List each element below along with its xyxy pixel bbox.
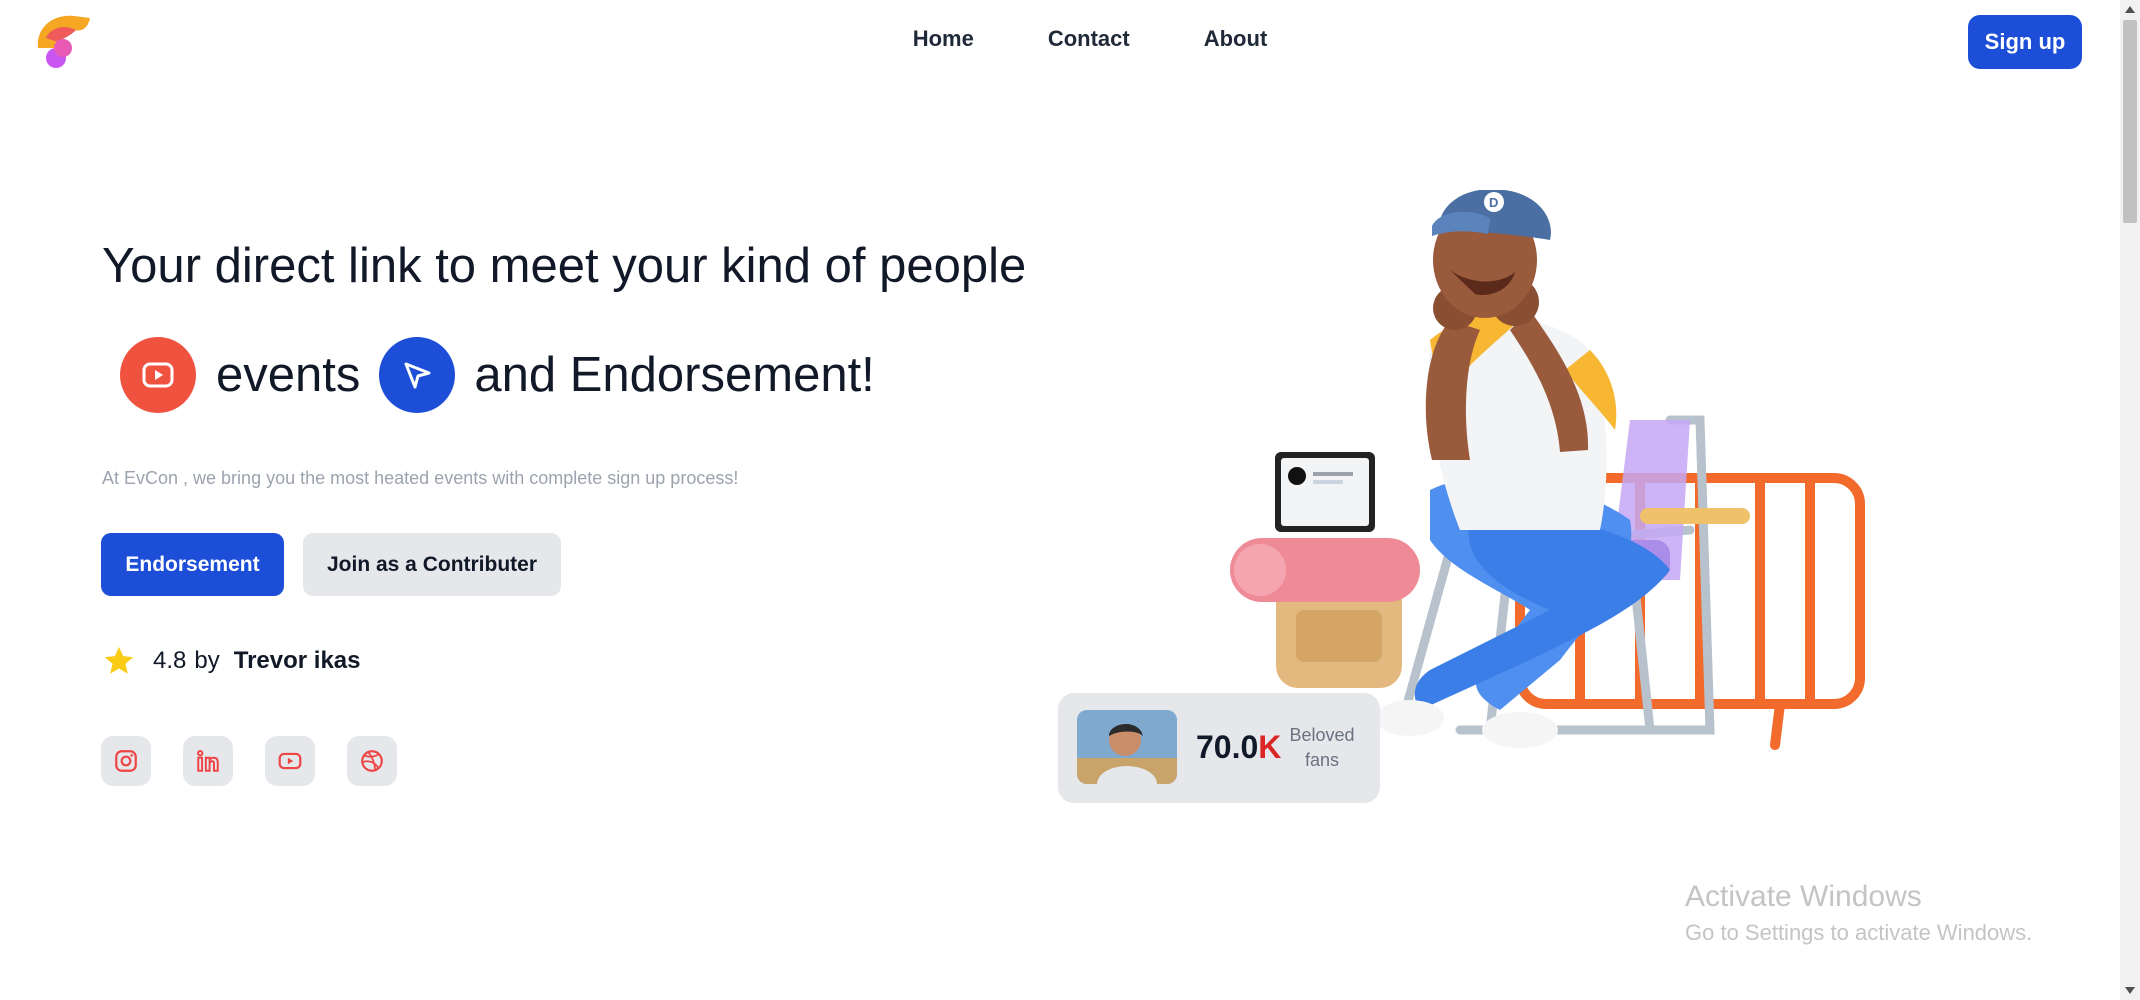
endorsement-button[interactable]: Endorsement xyxy=(101,533,284,596)
nav-home[interactable]: Home xyxy=(913,26,974,52)
fans-count: 70.0K xyxy=(1196,729,1282,765)
rating: 4.8 by Trevor ikas xyxy=(102,644,360,678)
fans-card: 70.0K Beloved fans xyxy=(1058,693,1380,803)
nav-about[interactable]: About xyxy=(1204,26,1268,52)
star-icon xyxy=(104,646,134,674)
signup-button[interactable]: Sign up xyxy=(1968,15,2082,69)
nav-contact[interactable]: Contact xyxy=(1048,26,1130,52)
hero-description: At EvCon , we bring you the most heated … xyxy=(102,468,739,488)
activate-windows-watermark: Activate Windows Go to Settings to activ… xyxy=(1685,880,2032,946)
dribbble-icon[interactable] xyxy=(347,736,397,786)
join-contributor-button[interactable]: Join as a Contributer xyxy=(303,533,561,596)
main-nav: Home Contact About xyxy=(0,26,2120,52)
hero-subheadline: events and Endorsement! xyxy=(120,337,875,413)
watermark-subtitle: Go to Settings to activate Windows. xyxy=(1685,920,2033,945)
rating-author: Trevor ikas xyxy=(233,647,361,674)
youtube-play-icon xyxy=(120,337,196,413)
hero-headline: Your direct link to meet your kind of pe… xyxy=(102,239,1027,293)
events-word: events xyxy=(216,348,361,402)
endorsement-word: and Endorsement! xyxy=(474,348,875,402)
scroll-down-arrow-icon[interactable] xyxy=(2125,987,2135,994)
cursor-arrow-icon xyxy=(379,337,456,413)
scroll-up-arrow-icon[interactable] xyxy=(2125,6,2135,13)
svg-text:D: D xyxy=(1489,195,1498,210)
fan-photo xyxy=(1077,710,1177,784)
social-links xyxy=(101,736,397,786)
rating-value: 4.8 xyxy=(153,647,187,674)
rating-by: by xyxy=(194,647,220,674)
vertical-scrollbar[interactable] xyxy=(2120,0,2140,1000)
fans-label: Beloved fans xyxy=(1289,725,1355,770)
linkedin-icon[interactable] xyxy=(183,736,233,786)
youtube-icon[interactable] xyxy=(265,736,315,786)
watermark-title: Activate Windows xyxy=(1685,880,1922,913)
scroll-thumb[interactable] xyxy=(2123,20,2137,223)
instagram-icon[interactable] xyxy=(101,736,151,786)
